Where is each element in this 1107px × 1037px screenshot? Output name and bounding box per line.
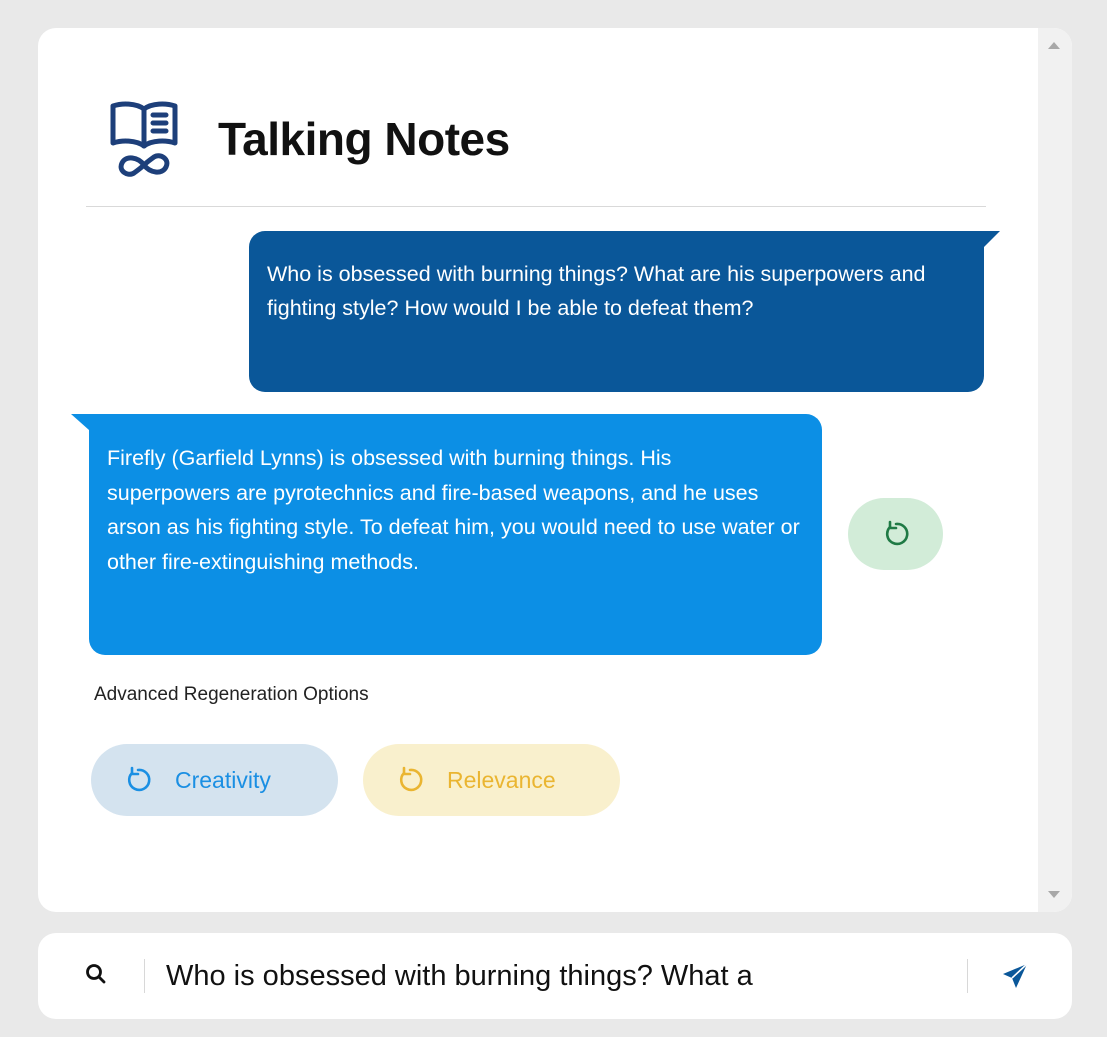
app-title: Talking Notes: [218, 113, 510, 165]
book-infinity-icon: [110, 101, 178, 177]
scrollbar[interactable]: [1038, 28, 1072, 912]
scroll-down-arrow[interactable]: [1048, 891, 1060, 898]
send-button[interactable]: [994, 955, 1036, 997]
refresh-icon: [399, 766, 423, 792]
send-icon: [1003, 963, 1028, 988]
refresh-icon: [127, 766, 151, 792]
chat-input-bar: [38, 933, 1072, 1019]
creativity-label: Creativity: [175, 766, 271, 793]
advanced-regeneration-title: Advanced Regeneration Options: [94, 684, 369, 705]
regenerate-button[interactable]: [848, 498, 943, 570]
header-divider: [86, 206, 986, 207]
scroll-up-arrow[interactable]: [1048, 42, 1060, 49]
chat-panel: Talking Notes Who is obsessed with burni…: [38, 28, 1072, 912]
search-icon: [86, 964, 106, 984]
chat-input[interactable]: [166, 953, 944, 999]
bot-message: Firefly (Garfield Lynns) is obsessed wit…: [71, 414, 822, 655]
regenerate-relevance-button[interactable]: Relevance: [363, 744, 620, 816]
regenerate-creativity-button[interactable]: Creativity: [91, 744, 338, 816]
app-header: Talking Notes: [108, 84, 510, 194]
user-message: Who is obsessed with burning things? Wha…: [249, 231, 1000, 392]
input-separator-right: [967, 959, 968, 993]
relevance-label: Relevance: [447, 766, 556, 793]
refresh-icon: [885, 520, 908, 546]
input-separator-left: [144, 959, 145, 993]
